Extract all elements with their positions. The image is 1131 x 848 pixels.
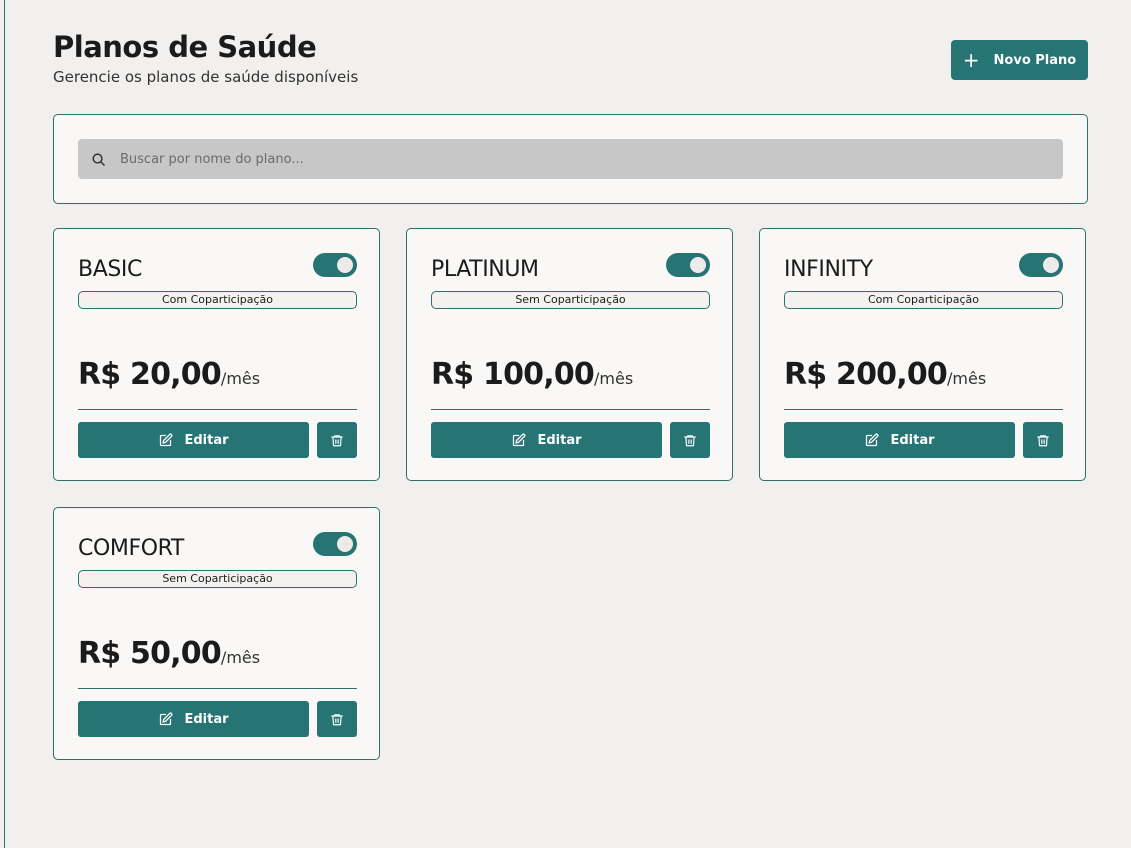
plan-active-toggle[interactable] bbox=[666, 253, 710, 277]
edit-icon bbox=[864, 433, 879, 448]
trash-icon bbox=[330, 433, 344, 448]
card-divider bbox=[784, 409, 1063, 410]
price-period: /mês bbox=[220, 648, 261, 667]
plan-active-toggle[interactable] bbox=[313, 253, 357, 277]
plan-price: R$ 100,00 bbox=[431, 357, 595, 392]
plan-card: INFINITY Com Coparticipação R$ 200,00/mê… bbox=[759, 228, 1086, 481]
edit-button[interactable]: Editar bbox=[784, 422, 1015, 458]
plan-name: PLATINUM bbox=[431, 257, 539, 282]
plan-price: R$ 200,00 bbox=[784, 357, 948, 392]
plan-name: INFINITY bbox=[784, 257, 873, 282]
search-input[interactable] bbox=[118, 150, 1042, 168]
plan-active-toggle[interactable] bbox=[313, 532, 357, 556]
delete-button[interactable] bbox=[317, 701, 357, 737]
card-divider bbox=[78, 688, 357, 689]
plan-card: BASIC Com Coparticipação R$ 20,00/mês Ed… bbox=[53, 228, 380, 481]
price-period: /mês bbox=[947, 369, 987, 388]
page-subtitle: Gerencie os planos de saúde disponíveis bbox=[53, 68, 359, 86]
edit-icon bbox=[511, 433, 526, 448]
edit-icon bbox=[158, 433, 173, 448]
delete-button[interactable] bbox=[670, 422, 710, 458]
page-title: Planos de Saúde bbox=[53, 30, 317, 64]
delete-button[interactable] bbox=[1023, 422, 1063, 458]
price-row: R$ 20,00/mês bbox=[78, 357, 260, 392]
plus-icon: + bbox=[962, 48, 980, 72]
edit-icon bbox=[158, 712, 173, 727]
search-panel bbox=[53, 114, 1088, 204]
edit-label: Editar bbox=[184, 432, 229, 448]
toggle-knob bbox=[1043, 257, 1059, 273]
trash-icon bbox=[683, 433, 697, 448]
coparticipation-badge: Sem Coparticipação bbox=[78, 570, 357, 588]
edit-label: Editar bbox=[890, 432, 935, 448]
price-period: /mês bbox=[594, 369, 634, 388]
toggle-knob bbox=[337, 536, 353, 552]
edit-label: Editar bbox=[537, 432, 582, 448]
coparticipation-badge: Sem Coparticipação bbox=[431, 291, 710, 309]
edit-label: Editar bbox=[184, 711, 229, 727]
plan-card: COMFORT Sem Coparticipação R$ 50,00/mês … bbox=[53, 507, 380, 760]
coparticipation-badge: Com Coparticipação bbox=[784, 291, 1063, 309]
plan-price: R$ 20,00 bbox=[78, 357, 222, 392]
new-plan-button[interactable]: + Novo Plano bbox=[951, 40, 1088, 80]
delete-button[interactable] bbox=[317, 422, 357, 458]
edit-button[interactable]: Editar bbox=[431, 422, 662, 458]
price-row: R$ 50,00/mês bbox=[78, 636, 260, 671]
edit-button[interactable]: Editar bbox=[78, 701, 309, 737]
trash-icon bbox=[330, 712, 344, 727]
price-row: R$ 200,00/mês bbox=[784, 357, 986, 392]
plan-active-toggle[interactable] bbox=[1019, 253, 1063, 277]
toggle-knob bbox=[690, 257, 706, 273]
coparticipation-badge: Com Coparticipação bbox=[78, 291, 357, 309]
left-border bbox=[4, 0, 5, 848]
price-row: R$ 100,00/mês bbox=[431, 357, 633, 392]
card-divider bbox=[78, 409, 357, 410]
search-field[interactable] bbox=[78, 139, 1063, 179]
plan-name: COMFORT bbox=[78, 536, 184, 561]
plan-card: PLATINUM Sem Coparticipação R$ 100,00/mê… bbox=[406, 228, 733, 481]
plan-name: BASIC bbox=[78, 257, 142, 282]
plan-price: R$ 50,00 bbox=[78, 636, 222, 671]
trash-icon bbox=[1036, 433, 1050, 448]
search-icon bbox=[92, 153, 105, 166]
card-divider bbox=[431, 409, 710, 410]
new-plan-label: Novo Plano bbox=[993, 52, 1077, 68]
price-period: /mês bbox=[220, 369, 261, 388]
edit-button[interactable]: Editar bbox=[78, 422, 309, 458]
toggle-knob bbox=[337, 257, 353, 273]
